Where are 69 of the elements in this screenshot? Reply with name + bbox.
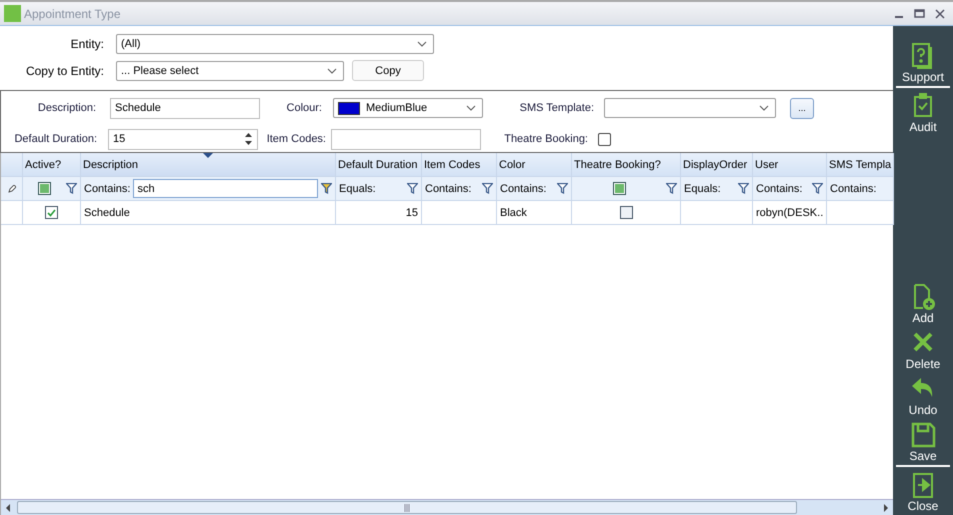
- duration-spinner[interactable]: 15: [108, 128, 258, 150]
- browse-button[interactable]: ...: [790, 98, 814, 118]
- column-header[interactable]: SMS Templa: [827, 153, 894, 177]
- filter-icon[interactable]: [407, 183, 418, 194]
- filter-icon[interactable]: [321, 183, 332, 194]
- filter-icon[interactable]: [482, 183, 493, 194]
- chevron-down-icon: [327, 68, 337, 74]
- column-header[interactable]: User: [753, 153, 827, 177]
- theatre-booking-checkbox[interactable]: [598, 132, 611, 146]
- support-button[interactable]: Support: [896, 40, 950, 86]
- table-cell: Black: [497, 201, 572, 225]
- filter-operator[interactable]: Contains:: [84, 182, 130, 194]
- table-cell: Schedule: [81, 201, 336, 225]
- app-logo-icon: [4, 5, 21, 22]
- description-field[interactable]: Schedule: [110, 98, 260, 118]
- table-cell: 15: [336, 201, 422, 225]
- table-cell: robyn(DESK..: [753, 201, 827, 225]
- column-header[interactable]: Item Codes: [422, 153, 497, 177]
- row-checkbox[interactable]: [45, 206, 58, 219]
- sort-arrow-icon: [203, 153, 213, 158]
- copy-to-entity-dropdown[interactable]: ... Please select: [116, 60, 344, 80]
- save-button[interactable]: Save: [896, 419, 950, 465]
- item-codes-label: Item Codes:: [266, 133, 326, 145]
- filter-field[interactable]: sch: [133, 179, 318, 198]
- grip-icon[interactable]: [404, 504, 410, 512]
- add-button[interactable]: Add: [896, 281, 950, 327]
- colour-label: Colour:: [286, 102, 322, 114]
- maximize-icon[interactable]: [914, 8, 925, 18]
- horizontal-scrollbar[interactable]: [1, 499, 893, 515]
- chevron-down-icon: [466, 105, 476, 111]
- audit-button[interactable]: Audit: [896, 86, 950, 136]
- column-header[interactable]: Default Duration: [336, 153, 422, 177]
- column-header[interactable]: Color: [497, 153, 572, 177]
- close-icon[interactable]: [935, 8, 945, 18]
- filter-icon[interactable]: [666, 183, 677, 194]
- filter-icon[interactable]: [812, 183, 823, 194]
- copy-button[interactable]: Copy: [352, 60, 424, 81]
- scroll-left-icon[interactable]: [5, 504, 11, 512]
- window-title: Appointment Type: [24, 6, 121, 20]
- column-header[interactable]: Description: [81, 153, 336, 177]
- filter-icon[interactable]: [738, 183, 749, 194]
- chevron-down-icon: [759, 105, 769, 111]
- filter-icon[interactable]: [557, 183, 568, 194]
- close-button[interactable]: Close: [896, 465, 950, 515]
- theatre-booking-label: Theatre Booking:: [503, 133, 588, 145]
- copy-to-entity-label: Copy to Entity:: [24, 64, 104, 78]
- column-header[interactable]: Theatre Booking?: [572, 153, 681, 177]
- filter-checkbox[interactable]: [612, 182, 626, 195]
- sms-template-label: SMS Template:: [518, 102, 594, 114]
- scroll-right-icon[interactable]: [883, 504, 889, 512]
- delete-button[interactable]: Delete: [896, 327, 950, 373]
- spin-arrows-icon[interactable]: [244, 131, 253, 147]
- colour-swatch: [338, 102, 360, 114]
- row-checkbox[interactable]: [620, 206, 632, 219]
- exit-door-icon: [910, 471, 936, 499]
- filter-checkbox[interactable]: [38, 182, 51, 195]
- column-header[interactable]: Active?: [23, 153, 81, 177]
- column-header[interactable]: DisplayOrder: [681, 153, 753, 177]
- default-duration-label: Default Duration:: [13, 133, 97, 145]
- description-label: Description:: [36, 102, 96, 114]
- item-codes-field[interactable]: [331, 128, 481, 150]
- sms-template-dropdown[interactable]: [604, 98, 776, 118]
- colour-dropdown[interactable]: MediumBlue: [333, 98, 483, 118]
- chevron-down-icon: [417, 41, 427, 47]
- filter-icon[interactable]: [66, 183, 77, 194]
- undo-button[interactable]: Undo: [896, 373, 950, 419]
- entity-dropdown[interactable]: (All): [116, 34, 434, 54]
- entity-label: Entity:: [70, 37, 104, 51]
- pencil-icon: [8, 184, 16, 192]
